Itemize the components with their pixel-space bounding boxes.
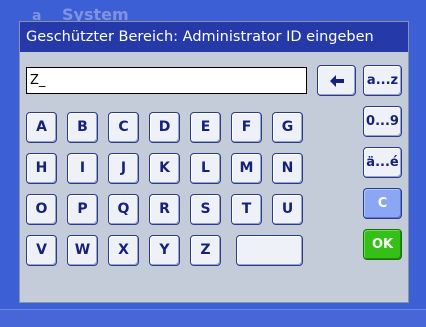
clear-button[interactable]: C	[363, 188, 402, 219]
key-J[interactable]: J	[108, 153, 139, 184]
key-D[interactable]: D	[149, 112, 180, 143]
key-N[interactable]: N	[272, 153, 303, 184]
key-E[interactable]: E	[190, 112, 221, 143]
key-R[interactable]: R	[149, 194, 180, 225]
background-footer	[0, 310, 426, 327]
space-button[interactable]	[236, 235, 303, 266]
key-L[interactable]: L	[190, 153, 221, 184]
key-C[interactable]: C	[108, 112, 139, 143]
key-V[interactable]: V	[26, 235, 57, 266]
key-K[interactable]: K	[149, 153, 180, 184]
mode-special-button[interactable]: ä...é	[363, 147, 402, 178]
key-Y[interactable]: Y	[149, 235, 180, 266]
backspace-button[interactable]	[317, 65, 356, 96]
key-O[interactable]: O	[26, 194, 57, 225]
key-W[interactable]: W	[67, 235, 98, 266]
key-U[interactable]: U	[272, 194, 303, 225]
dialog-title: Geschützter Bereich: Administrator ID ei…	[20, 22, 408, 52]
key-F[interactable]: F	[231, 112, 262, 143]
key-G[interactable]: G	[272, 112, 303, 143]
ok-button[interactable]: OK	[363, 229, 402, 260]
mode-lowercase-button[interactable]: a...z	[363, 65, 402, 96]
key-P[interactable]: P	[67, 194, 98, 225]
mode-numbers-button[interactable]: 0...9	[363, 106, 402, 137]
key-S[interactable]: S	[190, 194, 221, 225]
id-entry-dialog: Geschützter Bereich: Administrator ID ei…	[19, 21, 409, 303]
key-T[interactable]: T	[231, 194, 262, 225]
backspace-arrow-icon	[329, 75, 344, 87]
key-A[interactable]: A	[26, 112, 57, 143]
key-Z[interactable]: Z	[190, 235, 221, 266]
key-X[interactable]: X	[108, 235, 139, 266]
key-Q[interactable]: Q	[108, 194, 139, 225]
key-H[interactable]: H	[26, 153, 57, 184]
key-I[interactable]: I	[67, 153, 98, 184]
key-M[interactable]: M	[231, 153, 262, 184]
key-B[interactable]: B	[67, 112, 98, 143]
id-input-field[interactable]: Z_	[26, 67, 307, 94]
